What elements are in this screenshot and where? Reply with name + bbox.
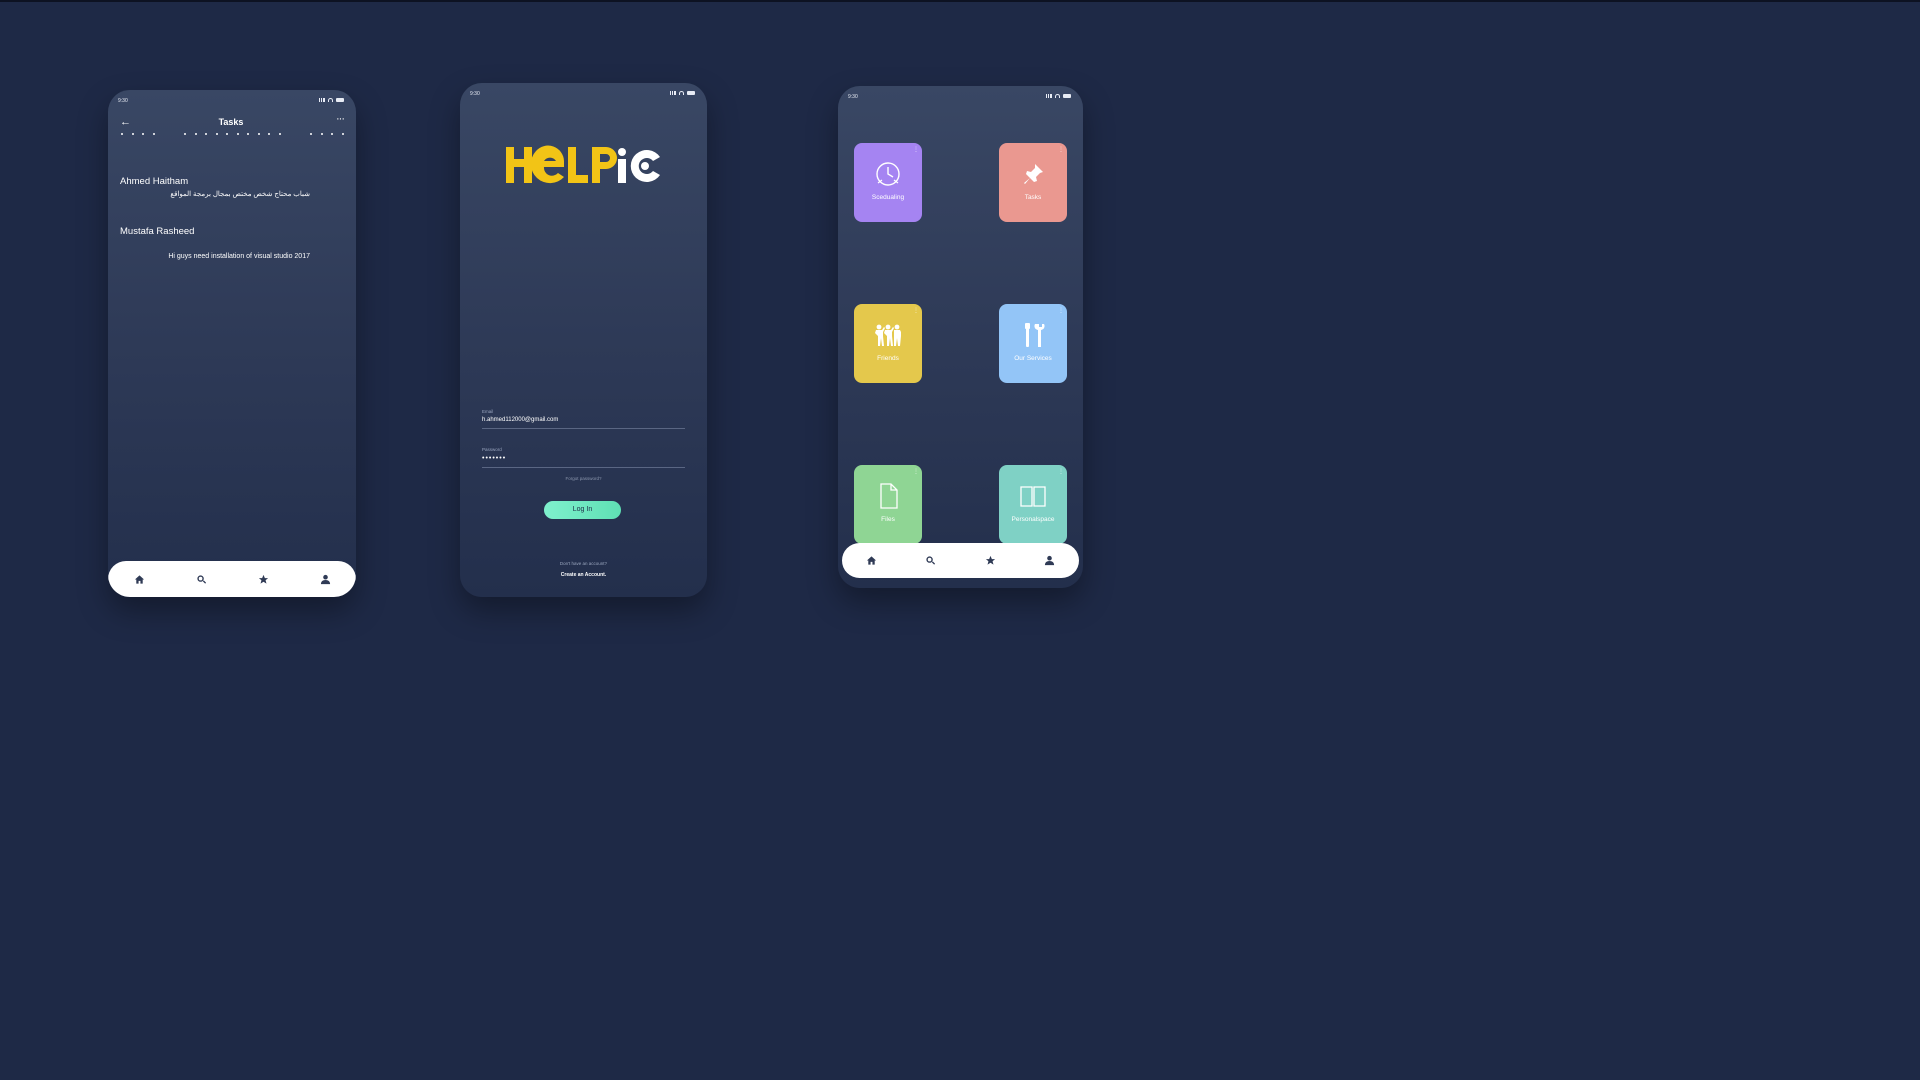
status-icons xyxy=(670,91,695,95)
status-time: 9:30 xyxy=(848,94,858,100)
signal-icon xyxy=(670,91,676,95)
task-message: Hi guys need installation of visual stud… xyxy=(168,253,310,260)
password-input[interactable]: ••••••• xyxy=(482,455,685,468)
tile-files[interactable]: ⋮ Files xyxy=(854,465,922,544)
password-label: Password xyxy=(482,447,502,452)
forgot-password-link[interactable]: Forgot password? xyxy=(460,476,707,481)
helpic-logo xyxy=(506,145,660,184)
signal-icon xyxy=(319,98,325,102)
file-icon xyxy=(854,481,922,511)
battery-icon xyxy=(1063,94,1071,98)
tile-menu-icon[interactable]: ⋮ xyxy=(1058,469,1064,475)
home-icon[interactable] xyxy=(132,572,146,586)
tile-personalspace[interactable]: ⋮ Personalspace xyxy=(999,465,1067,544)
tile-menu-icon[interactable]: ⋮ xyxy=(1058,147,1064,153)
tile-label: Scedualing xyxy=(871,194,905,201)
bottom-tab-bar xyxy=(108,561,356,597)
status-bar: 9:30 xyxy=(118,98,344,106)
task-author: Ahmed Haitham xyxy=(120,176,189,187)
task-item[interactable]: Ahmed Haitham شباب محتاج شخص مختص بمجال … xyxy=(120,176,344,198)
star-icon[interactable] xyxy=(256,572,270,586)
tools-icon xyxy=(999,320,1067,350)
tasks-header: ← Tasks ··· xyxy=(118,113,345,130)
home-screen-phone: 9:30 ⋮ Scedualing ⋮ Tasks ⋮ Friends ⋮ Ou… xyxy=(838,86,1083,588)
profile-icon[interactable] xyxy=(1042,554,1056,568)
tile-label: Personalspace xyxy=(1011,516,1055,523)
clock-icon xyxy=(854,159,922,189)
status-bar: 9:30 xyxy=(848,94,1071,102)
search-icon[interactable] xyxy=(924,554,938,568)
tile-label: Friends xyxy=(877,355,899,362)
login-button[interactable]: Log In xyxy=(544,501,621,519)
create-account-link[interactable]: Create an Account. xyxy=(460,572,707,578)
people-icon xyxy=(854,320,922,350)
tile-our-services[interactable]: ⋮ Our Services xyxy=(999,304,1067,383)
status-bar: 9:30 xyxy=(470,91,695,99)
task-item[interactable]: Mustafa Rasheed Hi guys need installatio… xyxy=(120,226,344,260)
task-author: Mustafa Rasheed xyxy=(120,226,195,237)
email-input[interactable]: h.ahmed112000@gmail.com xyxy=(482,417,685,429)
wifi-icon xyxy=(1055,94,1060,98)
star-icon[interactable] xyxy=(983,554,997,568)
tasks-screen-phone: 9:30 ← Tasks ··· Ahmed Haitham شباب محتا… xyxy=(108,90,356,597)
tile-label: Our Services xyxy=(1014,355,1052,362)
no-account-text: Don't have an account? xyxy=(559,561,608,566)
tile-label: Tasks xyxy=(1024,194,1042,201)
battery-icon xyxy=(687,91,695,95)
password-field[interactable]: Password ••••••• xyxy=(482,447,685,468)
search-icon[interactable] xyxy=(194,572,208,586)
book-icon xyxy=(999,481,1067,511)
bottom-tab-bar xyxy=(842,543,1079,578)
battery-icon xyxy=(336,98,344,102)
top-border xyxy=(0,0,1920,2)
status-time: 9:30 xyxy=(470,91,480,97)
status-time: 9:30 xyxy=(118,98,128,104)
task-message: شباب محتاج شخص مختص بمجال برمجة المواقع xyxy=(170,191,310,198)
tile-menu-icon[interactable]: ⋮ xyxy=(913,469,919,475)
tile-menu-icon[interactable]: ⋮ xyxy=(1058,308,1064,314)
more-options-icon[interactable]: ··· xyxy=(336,113,345,125)
wifi-icon xyxy=(328,98,333,102)
wifi-icon xyxy=(679,91,684,95)
tile-label: Files xyxy=(881,516,895,523)
login-screen-phone: 9:30 Email h.ahmed112000@gmail.com Passw… xyxy=(460,83,707,597)
tile-scheduling[interactable]: ⋮ Scedualing xyxy=(854,143,922,222)
status-icons xyxy=(1046,94,1071,98)
email-field[interactable]: Email h.ahmed112000@gmail.com xyxy=(482,409,685,429)
status-icons xyxy=(319,98,344,102)
tile-tasks[interactable]: ⋮ Tasks xyxy=(999,143,1067,222)
tile-menu-icon[interactable]: ⋮ xyxy=(913,147,919,153)
profile-icon[interactable] xyxy=(318,572,332,586)
pin-icon xyxy=(999,159,1067,189)
email-label: Email xyxy=(482,409,494,414)
tile-menu-icon[interactable]: ⋮ xyxy=(913,308,919,314)
dots-separator xyxy=(121,133,344,135)
home-icon[interactable] xyxy=(865,554,879,568)
page-title: Tasks xyxy=(218,117,244,127)
signal-icon xyxy=(1046,94,1052,98)
tile-friends[interactable]: ⋮ Friends xyxy=(854,304,922,383)
